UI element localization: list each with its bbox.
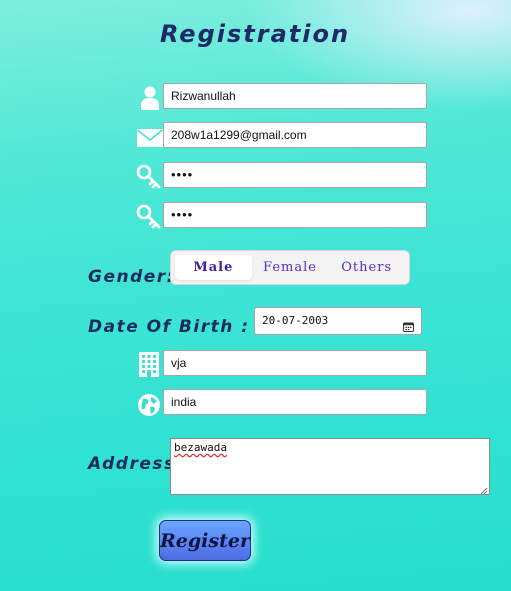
dob-field[interactable]: 20-07-2003 bbox=[254, 307, 422, 335]
confirm-password-field[interactable]: •••• bbox=[163, 202, 427, 228]
address-label: Address bbox=[88, 454, 176, 474]
country-field[interactable]: india bbox=[163, 389, 427, 415]
user-icon bbox=[137, 84, 163, 110]
key-icon bbox=[136, 203, 162, 229]
globe-icon bbox=[137, 393, 161, 417]
register-button[interactable]: Register bbox=[159, 520, 251, 561]
email-field[interactable]: 208w1a1299@gmail.com bbox=[163, 122, 427, 148]
envelope-icon bbox=[136, 124, 164, 150]
address-value: bezawada bbox=[174, 441, 227, 454]
key-icon bbox=[136, 163, 162, 189]
dob-value: 20-07-2003 bbox=[262, 314, 329, 327]
gender-option-female[interactable]: Female bbox=[252, 255, 329, 280]
gender-label: Gender: bbox=[88, 267, 175, 287]
building-icon bbox=[138, 351, 160, 378]
address-textarea[interactable]: bezawada bbox=[170, 438, 490, 495]
password-field[interactable]: •••• bbox=[163, 162, 427, 188]
gender-selector: Male Female Others bbox=[170, 250, 410, 285]
city-field[interactable]: vja bbox=[163, 350, 427, 376]
resize-handle-icon[interactable] bbox=[480, 485, 488, 495]
calendar-icon[interactable] bbox=[403, 316, 414, 332]
dob-label: Date Of Birth : bbox=[88, 317, 250, 337]
username-field[interactable]: Rizwanullah bbox=[163, 83, 427, 109]
gender-option-male[interactable]: Male bbox=[175, 255, 252, 280]
gender-option-others[interactable]: Others bbox=[328, 255, 405, 280]
page-title: Registration bbox=[160, 20, 351, 48]
